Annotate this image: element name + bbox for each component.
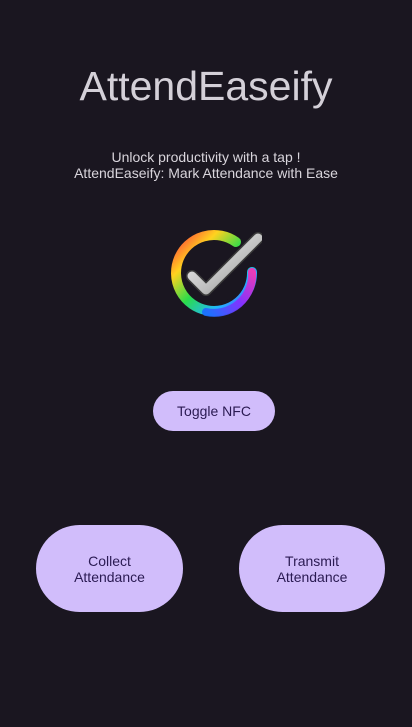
app-logo [166, 228, 264, 320]
tagline-line-1: Unlock productivity with a tap ! [111, 149, 301, 165]
collect-attendance-label-line-1: Collect [88, 552, 131, 569]
collect-attendance-label-line-2: Attendance [74, 568, 145, 585]
colorful-check-circle-icon [171, 230, 264, 317]
tagline-line-2: AttendEaseify: Mark Attendance with Ease [74, 165, 338, 181]
collect-attendance-button[interactable]: Collect Attendance [36, 525, 183, 612]
app-title: AttendEaseify [79, 63, 333, 109]
transmit-attendance-button[interactable]: Transmit Attendance [239, 525, 385, 612]
transmit-attendance-label-line-1: Transmit [285, 552, 339, 569]
transmit-attendance-label-line-2: Attendance [276, 568, 348, 585]
toggle-nfc-button[interactable]: Toggle NFC [153, 391, 275, 431]
toggle-nfc-label: Toggle NFC [177, 403, 251, 419]
